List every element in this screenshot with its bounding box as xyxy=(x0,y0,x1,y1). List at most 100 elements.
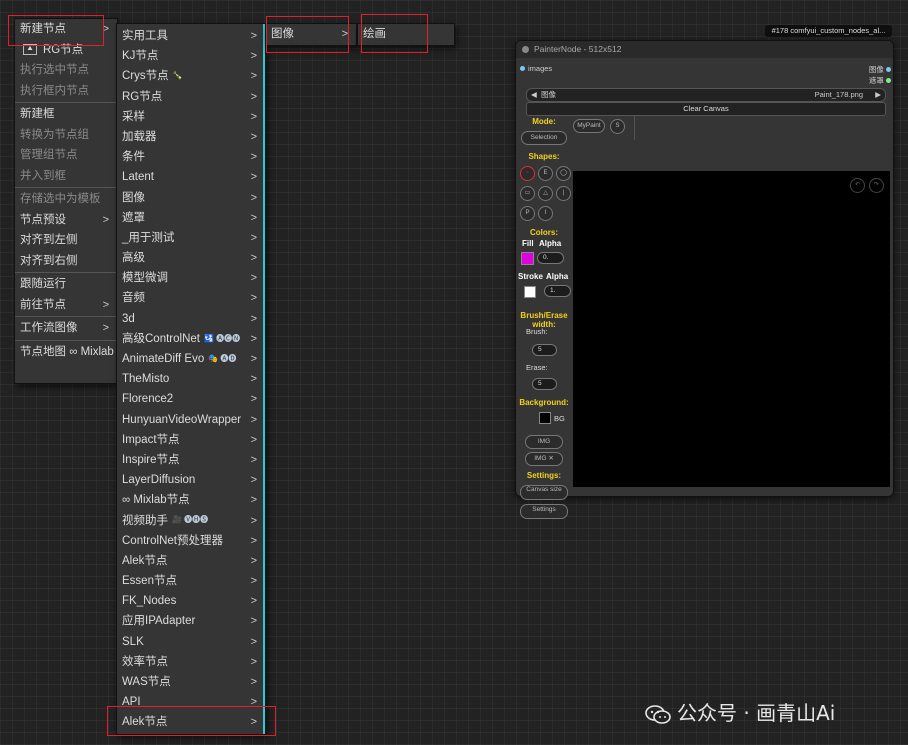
node-category-item[interactable]: Alek节点 > xyxy=(117,712,265,732)
node-category-item[interactable]: 3d > xyxy=(117,309,265,329)
node-category-item[interactable]: 模型微调 > xyxy=(117,268,265,288)
fill-color-swatch[interactable] xyxy=(521,252,534,265)
rectangle-shape-icon[interactable]: ▫ xyxy=(520,166,535,181)
node-category-item[interactable]: Alek节点 > xyxy=(117,551,265,571)
node-category-item[interactable]: SLK > xyxy=(117,632,265,652)
node-category-item[interactable]: HunyuanVideoWrapper > xyxy=(117,410,265,430)
context-menu-item[interactable]: 节点地图 ∞ Mixlab xyxy=(15,342,117,363)
canvas-size-button[interactable]: Canvas size xyxy=(520,485,568,500)
fill-alpha-input[interactable]: 0. xyxy=(537,252,564,264)
node-category-item[interactable]: 遮罩 > xyxy=(117,208,265,228)
image-file-selector[interactable]: ◀ 图像 Paint_178.png ▶ xyxy=(526,88,886,102)
fill-label: Fill xyxy=(522,239,534,248)
chevron-right-icon: > xyxy=(250,575,257,588)
chevron-right-icon: > xyxy=(250,292,257,305)
next-arrow-icon[interactable]: ▶ xyxy=(875,89,881,101)
node-category-item[interactable]: FK_Nodes > xyxy=(117,591,265,611)
context-menu-item[interactable]: 对齐到左侧 xyxy=(15,230,117,251)
brush-width-input[interactable]: 5 xyxy=(532,344,557,356)
node-category-item[interactable]: API > xyxy=(117,692,265,712)
triangle-shape-icon[interactable]: △ xyxy=(538,186,553,201)
node-category-item[interactable]: LayerDiffusion > xyxy=(117,470,265,490)
context-menu-item: 存储选中为模板 xyxy=(15,189,117,210)
painter-node[interactable]: PainterNode - 512x512 images 图像 遮罩 ◀ 图像 … xyxy=(515,40,894,519)
submenu-item-image[interactable]: 图像 > xyxy=(266,24,356,45)
context-menu-item-label: 并入到框 xyxy=(20,169,66,182)
node-category-item[interactable]: KJ节点 > xyxy=(117,46,265,66)
background-color-swatch[interactable] xyxy=(539,412,551,424)
node-category-item[interactable]: 加载器 > xyxy=(117,127,265,147)
node-category-label: API xyxy=(122,696,141,709)
context-menu-item[interactable]: 前往节点 > xyxy=(15,295,117,316)
node-category-item[interactable]: Inspire节点 > xyxy=(117,450,265,470)
chevron-right-icon: > xyxy=(250,151,257,164)
selection-button[interactable]: Selection xyxy=(521,131,567,145)
node-category-item[interactable]: 图像 > xyxy=(117,188,265,208)
node-category-label: SLK xyxy=(122,635,144,648)
node-category-item[interactable]: 效率节点 > xyxy=(117,652,265,672)
context-menu-item[interactable]: 节点预设 > xyxy=(15,210,117,231)
img-remove-button[interactable]: IMG ✕ xyxy=(525,452,563,466)
undo-icon[interactable]: ↶ xyxy=(850,178,865,193)
node-category-item[interactable]: 采样 > xyxy=(117,107,265,127)
circle-shape-icon[interactable]: ◯ xyxy=(556,166,571,181)
s-button[interactable]: S xyxy=(610,119,625,134)
context-menu-item[interactable]: 新建框 xyxy=(15,104,117,125)
erase-width-input[interactable]: 5 xyxy=(532,378,557,390)
stroke-color-swatch[interactable] xyxy=(524,286,536,298)
node-category-label: _用于测试 xyxy=(122,231,175,244)
collapse-dot-icon[interactable] xyxy=(522,46,529,53)
node-title-bar[interactable]: PainterNode - 512x512 xyxy=(516,41,893,58)
node-category-item[interactable]: WAS节点 > xyxy=(117,672,265,692)
mypaint-button[interactable]: MyPaint xyxy=(573,119,605,133)
context-menu-item[interactable]: 新建节点 > xyxy=(15,19,117,40)
context-menu-item[interactable]: ⛰ RG节点 xyxy=(15,40,117,61)
node-category-item[interactable]: 应用IPAdapter > xyxy=(117,611,265,631)
node-category-item[interactable]: 高级 > xyxy=(117,248,265,268)
prev-arrow-icon[interactable]: ◀ xyxy=(531,89,537,101)
node-category-item[interactable]: AnimateDiff Evo 🎭 🅐🅓 > xyxy=(117,349,265,369)
node-category-item[interactable]: 实用工具 > xyxy=(117,26,265,46)
node-category-item[interactable]: Crys节点 🍾 > xyxy=(117,66,265,86)
node-category-item[interactable]: TheMisto > xyxy=(117,369,265,389)
node-category-item[interactable]: ∞ Mixlab节点 > xyxy=(117,490,265,510)
node-category-item[interactable]: _用于测试 > xyxy=(117,228,265,248)
settings-button[interactable]: Settings xyxy=(520,504,568,519)
node-category-item[interactable]: Latent > xyxy=(117,167,265,187)
redo-icon[interactable]: ↷ xyxy=(869,178,884,193)
paint-canvas[interactable]: ↶ ↷ xyxy=(573,171,890,487)
ellipse-shape-icon[interactable]: E xyxy=(538,166,553,181)
chevron-right-icon: > xyxy=(250,50,257,63)
node-category-label: Inspire节点 xyxy=(122,453,180,466)
chevron-right-icon: > xyxy=(250,332,257,345)
text-shape-icon[interactable]: I xyxy=(538,206,553,221)
node-category-item[interactable]: Essen节点 > xyxy=(117,571,265,591)
mode-divider xyxy=(634,116,635,140)
line-shape-icon[interactable]: | xyxy=(556,186,571,201)
context-menu-item[interactable]: 工作流图像 > xyxy=(15,318,117,339)
node-category-label: 3d xyxy=(122,312,135,325)
context-menu-item[interactable]: 对齐到右侧 xyxy=(15,251,117,272)
stroke-alpha-label: Alpha xyxy=(546,272,569,281)
node-category-item[interactable]: 高级ControlNet 🛂 🅐🅒🅝 > xyxy=(117,329,265,349)
node-category-item[interactable]: 条件 > xyxy=(117,147,265,167)
chevron-right-icon: > xyxy=(250,211,257,224)
chevron-right-icon: > xyxy=(250,534,257,547)
context-menu-item[interactable]: 跟随运行 xyxy=(15,274,117,295)
stroke-alpha-input[interactable]: 1. xyxy=(544,285,571,297)
input-images[interactable]: images xyxy=(520,64,552,73)
node-category-item[interactable]: 音频 > xyxy=(117,288,265,308)
node-category-item[interactable]: 视频助手 🎥 🅥🅗🅢 > xyxy=(117,511,265,531)
img-button[interactable]: IMG xyxy=(525,435,563,449)
output-image[interactable]: 图像 xyxy=(869,64,891,75)
clear-canvas-button[interactable]: Clear Canvas xyxy=(526,102,886,116)
submenu-item-paint[interactable]: 绘画 xyxy=(358,24,454,45)
image-submenu: 图像 > xyxy=(265,23,357,46)
node-category-item[interactable]: Florence2 > xyxy=(117,389,265,409)
node-category-item[interactable]: ControlNet预处理器 > xyxy=(117,531,265,551)
pencil-shape-icon[interactable]: P xyxy=(520,206,535,221)
node-category-item[interactable]: Impact节点 > xyxy=(117,430,265,450)
rounded-rect-shape-icon[interactable]: ▭ xyxy=(520,186,535,201)
output-mask[interactable]: 遮罩 xyxy=(869,75,891,86)
node-category-item[interactable]: RG节点 > xyxy=(117,87,265,107)
